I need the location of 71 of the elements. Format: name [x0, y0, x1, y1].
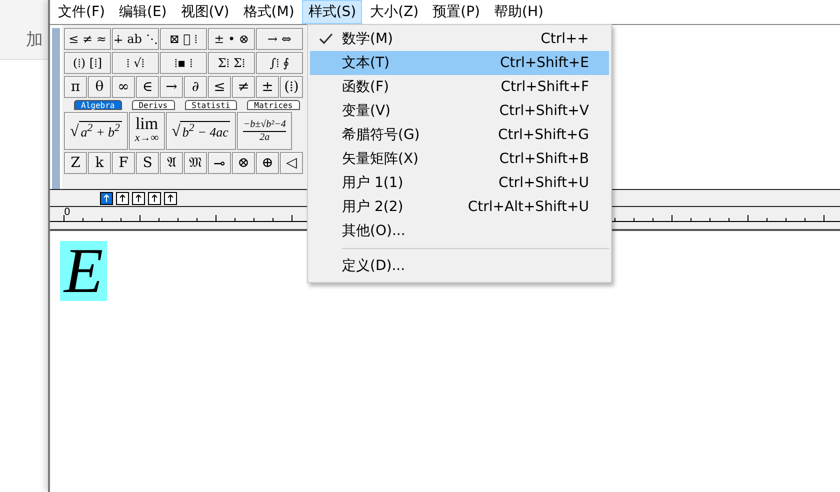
symbol-button[interactable]: →	[160, 76, 183, 98]
symbol-button[interactable]: ≤	[208, 76, 231, 98]
ruler-label: 0	[64, 207, 70, 218]
symbol-button[interactable]: ⊗	[232, 152, 255, 174]
palette-tab[interactable]: Derivs	[132, 100, 175, 110]
check-icon	[319, 33, 333, 45]
palette-tab[interactable]: Matrices	[247, 100, 300, 110]
menu-item[interactable]: 函数(F) Ctrl+Shift+F	[310, 75, 609, 99]
menu-item[interactable]: 变量(V) Ctrl+Shift+V	[310, 99, 609, 123]
palette-button[interactable]: ⁞ √⁞	[112, 52, 159, 74]
nudge-button[interactable]	[132, 192, 145, 204]
nudge-button[interactable]	[164, 192, 177, 204]
symbol-button[interactable]: k	[88, 152, 111, 174]
symbol-button[interactable]: ≠	[232, 76, 255, 98]
menu-item[interactable]: 定义(D)...	[310, 254, 609, 278]
arrow-up-icon	[133, 192, 144, 204]
arrow-up-icon	[149, 192, 160, 204]
menu-item[interactable]: 样式(S)	[302, 0, 362, 24]
palette-button[interactable]: ∔ ab ⋱	[112, 28, 159, 50]
palette-tab[interactable]: Algebra	[74, 100, 122, 110]
symbol-button[interactable]: ⊸	[208, 152, 231, 174]
nudge-button[interactable]	[100, 192, 113, 204]
menu-item[interactable]: 文本(T) Ctrl+Shift+E	[310, 51, 609, 75]
menu-item[interactable]: 矢量矩阵(X) Ctrl+Shift+B	[310, 147, 609, 171]
template-button[interactable]: √b$^{2}$ − 4ac	[166, 112, 236, 150]
nudge-button[interactable]	[148, 192, 161, 204]
arrow-up-icon	[117, 192, 128, 204]
menu-item[interactable]: 预置(P)	[426, 0, 486, 24]
symbol-button[interactable]: ∞	[112, 76, 135, 98]
symbol-button[interactable]: (⁞)	[280, 76, 303, 98]
menu-item[interactable]: 用户 2(2) Ctrl+Alt+Shift+U	[310, 195, 609, 219]
background-label: 加	[26, 29, 43, 51]
palette-button[interactable]: ± • ⊗	[208, 28, 255, 50]
arrow-up-icon	[101, 192, 112, 204]
menu-item[interactable]: 帮助(H)	[488, 0, 550, 24]
toolbar-grip[interactable]	[52, 28, 60, 189]
menu-item[interactable]: 编辑(E)	[112, 0, 173, 24]
palette-button[interactable]: ⁞▪ ⁞	[160, 52, 207, 74]
menu-item[interactable]: 大小(Z)	[364, 0, 425, 24]
menu-item[interactable]: 数学(M) Ctrl++	[310, 27, 609, 51]
symbol-button[interactable]: S	[136, 152, 159, 174]
symbol-button[interactable]: ⊕	[256, 152, 279, 174]
menu-item[interactable]: 用户 1(1) Ctrl+Shift+U	[310, 171, 609, 195]
symbol-button[interactable]: ∈	[136, 76, 159, 98]
palette-button[interactable]: (⁞) [⁞]	[64, 52, 111, 74]
palette-button[interactable]: ≤ ≠ ≈	[64, 28, 111, 50]
symbol-button[interactable]: ◁	[280, 152, 303, 174]
symbol-button[interactable]: 𝔐	[184, 152, 207, 174]
symbol-button[interactable]: 𝔄	[160, 152, 183, 174]
menu-item[interactable]: 其他(O)...	[310, 219, 609, 243]
template-button[interactable]: √a$^{2}$ + b$^{2}$	[64, 112, 128, 150]
symbol-button[interactable]: F	[112, 152, 135, 174]
template-button[interactable]: lim x→∞	[128, 112, 165, 150]
symbol-button[interactable]: Z	[64, 152, 87, 174]
template-button[interactable]: −b±√b²−4 2a	[237, 112, 292, 150]
equation-text[interactable]: E	[60, 241, 108, 301]
symbol-button[interactable]: π	[64, 76, 87, 98]
menu-item[interactable]: 文件(F)	[52, 0, 111, 24]
nudge-button[interactable]	[116, 192, 129, 204]
palette-tab[interactable]: Statisti	[184, 100, 238, 110]
palette-button[interactable]: → ⇔	[256, 28, 303, 50]
arrow-up-icon	[165, 192, 176, 204]
symbol-button[interactable]: ∂	[184, 76, 207, 98]
symbol-button[interactable]: θ	[88, 76, 111, 98]
symbol-button[interactable]: ±	[256, 76, 279, 98]
menu-item[interactable]: 格式(M)	[237, 0, 300, 24]
menu-item[interactable]: 希腊符号(G) Ctrl+Shift+G	[310, 123, 609, 147]
palette-button[interactable]: Σ⁞ Σ⁞	[208, 52, 255, 74]
palette-button[interactable]: ⊠ ⃗ ⁞	[160, 28, 207, 50]
palette-button[interactable]: ∫⁞ ∮	[256, 52, 303, 74]
menu-item[interactable]: 视图(V)	[174, 0, 236, 24]
